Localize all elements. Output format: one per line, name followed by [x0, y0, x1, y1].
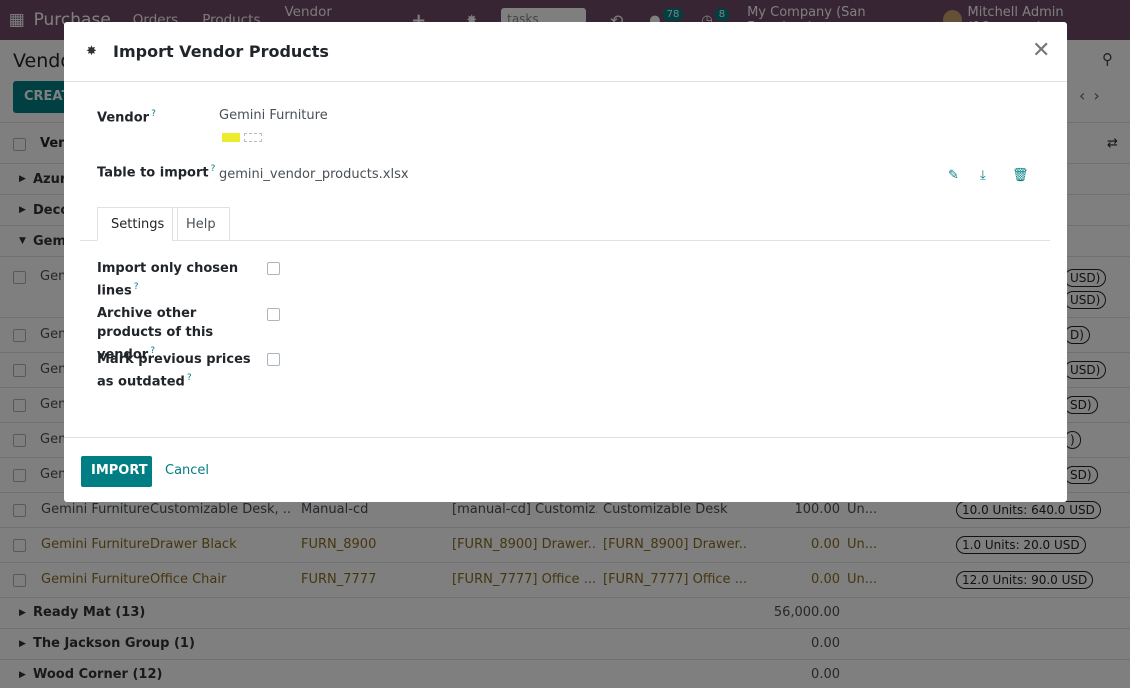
- color-swatch-empty[interactable]: [244, 133, 262, 142]
- download-icon[interactable]: ⤓: [980, 168, 986, 183]
- import-vendor-products-dialog: ✸ Import Vendor Products ✕ Vendor? Gemin…: [64, 22, 1067, 502]
- cancel-button[interactable]: Cancel: [165, 463, 209, 478]
- vendor-value[interactable]: Gemini Furniture: [219, 108, 328, 123]
- option-label: Import only chosen lines: [97, 261, 239, 299]
- tab-settings[interactable]: Settings: [97, 207, 179, 241]
- vendor-label: Vendor?: [97, 105, 156, 127]
- tab-bar: Settings Help: [80, 207, 1050, 241]
- mark-previous-prices-outdated-checkbox[interactable]: [267, 353, 280, 366]
- help-tooltip-icon[interactable]: ?: [151, 109, 156, 119]
- debug-bug-icon[interactable]: ✸: [86, 44, 97, 59]
- table-to-import-label: Table to import?: [97, 160, 215, 182]
- close-icon[interactable]: ✕: [1032, 38, 1050, 63]
- help-tooltip-icon[interactable]: ?: [134, 282, 139, 292]
- trash-icon[interactable]: 🗑: [1012, 168, 1029, 183]
- modal-title: Import Vendor Products: [113, 42, 329, 61]
- modal-header: ✸ Import Vendor Products ✕: [64, 22, 1067, 82]
- option-label: Mark previous prices as outdated: [97, 352, 251, 390]
- help-tooltip-icon[interactable]: ?: [211, 164, 216, 174]
- app-window: ▦ Purchase Orders Products Vendor Produc…: [0, 0, 1130, 688]
- help-tooltip-icon[interactable]: ?: [187, 373, 192, 383]
- archive-other-products-checkbox[interactable]: [267, 308, 280, 321]
- table-label-text: Table to import: [97, 165, 209, 181]
- modal-footer: IMPORT Cancel: [64, 437, 1067, 502]
- edit-pencil-icon[interactable]: ✎: [948, 168, 959, 183]
- tab-help[interactable]: Help: [172, 207, 230, 241]
- import-only-chosen-lines-checkbox[interactable]: [267, 262, 280, 275]
- color-swatches: [222, 133, 262, 142]
- file-name: gemini_vendor_products.xlsx: [219, 167, 409, 182]
- import-button[interactable]: IMPORT: [81, 456, 152, 487]
- option-import-only-chosen-lines: Import only chosen lines?: [97, 259, 257, 300]
- color-swatch-yellow[interactable]: [222, 133, 240, 142]
- vendor-label-text: Vendor: [97, 110, 150, 126]
- option-mark-previous-prices-outdated: Mark previous prices as outdated?: [97, 350, 257, 391]
